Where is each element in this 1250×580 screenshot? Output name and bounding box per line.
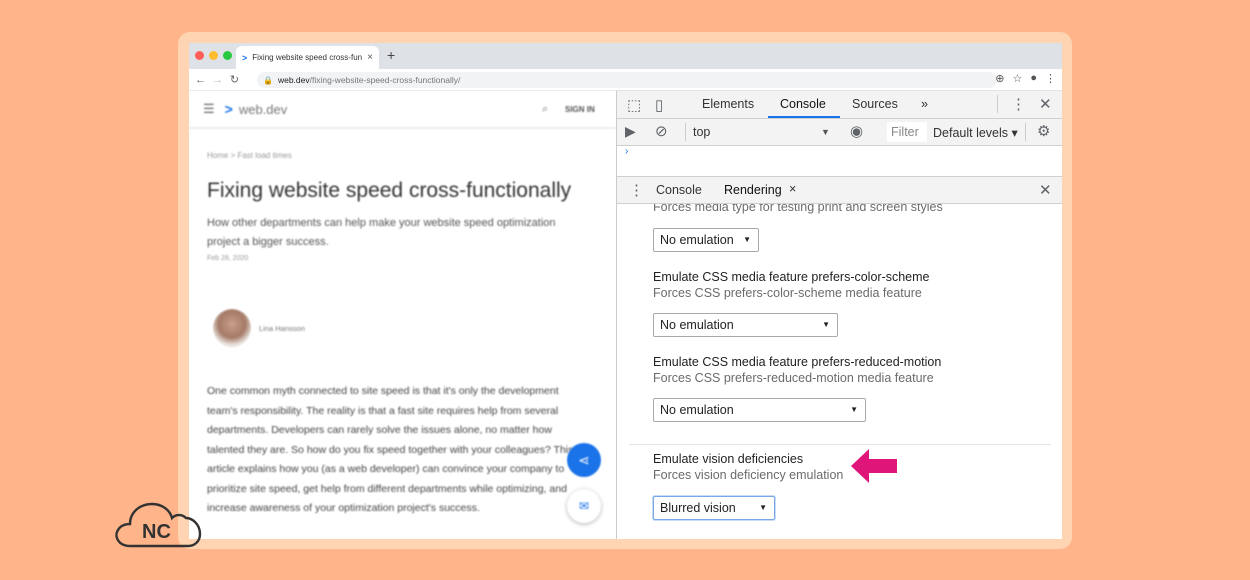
- article-title: Fixing website speed cross-functionally: [207, 179, 572, 202]
- color-scheme-title: Emulate CSS media feature prefers-color-…: [653, 270, 930, 284]
- bookmark-star-icon[interactable]: ☆: [1012, 72, 1022, 85]
- rendering-panel: Forces media type for testing print and …: [617, 204, 1062, 539]
- filter-input[interactable]: Filter: [887, 122, 927, 142]
- console-toolbar: ▶ ⊘ top ▼ ◉ Filter Default levels ▾ ⚙: [617, 119, 1062, 146]
- forward-arrow-icon[interactable]: →: [209, 74, 226, 86]
- article-body: One common myth connected to site speed …: [207, 385, 574, 514]
- color-scheme-description: Forces CSS prefers-color-scheme media fe…: [653, 286, 922, 300]
- chevron-down-icon: ▼: [743, 235, 751, 244]
- close-devtools-icon[interactable]: ✕: [1039, 95, 1052, 113]
- share-button[interactable]: ⋖: [567, 443, 601, 477]
- maximize-window-button[interactable]: [223, 51, 232, 60]
- webdev-logo-icon[interactable]: >: [225, 101, 233, 117]
- subscribe-button[interactable]: ✉: [567, 489, 601, 523]
- browser-toolbar: ← → ↻ 🔒 web.dev /fixing-website-speed-cr…: [189, 69, 1062, 91]
- console-output[interactable]: ›: [617, 146, 1062, 176]
- color-scheme-value: No emulation: [660, 318, 734, 332]
- close-window-button[interactable]: [195, 51, 204, 60]
- chevron-down-icon: ▼: [850, 405, 858, 414]
- reload-icon[interactable]: ↻: [226, 73, 243, 86]
- reduced-motion-title: Emulate CSS media feature prefers-reduce…: [653, 355, 942, 369]
- vision-deficiency-title: Emulate vision deficiencies: [653, 452, 804, 466]
- more-tabs-icon[interactable]: »: [921, 97, 928, 111]
- browser-tab[interactable]: > Fixing website speed cross-func ×: [236, 46, 379, 69]
- tab-close-icon[interactable]: ×: [367, 52, 373, 63]
- tab-console[interactable]: Console: [780, 97, 826, 111]
- live-expression-eye-icon[interactable]: ◉: [850, 122, 863, 140]
- toolbar-divider: [1025, 123, 1026, 141]
- author-name[interactable]: Lina Hansson: [259, 324, 305, 333]
- close-drawer-icon[interactable]: ✕: [1039, 181, 1052, 199]
- url-path: /fixing-website-speed-cross-functionally…: [309, 75, 461, 85]
- media-type-description: Forces media type for testing print and …: [653, 204, 943, 214]
- drawer-tab-rendering[interactable]: Rendering: [724, 183, 782, 197]
- vision-deficiency-select[interactable]: Blurred vision ▼: [653, 496, 775, 520]
- tab-title: Fixing website speed cross-func: [252, 53, 363, 62]
- pointer-arrow-icon: [851, 449, 897, 483]
- media-type-value: No emulation: [660, 233, 734, 247]
- sign-in-link[interactable]: SIGN IN: [565, 105, 595, 114]
- chevron-down-icon: ▼: [759, 503, 767, 512]
- drawer-toolbar: ⋮ Console Rendering × ✕: [617, 176, 1062, 204]
- toolbar-divider: [685, 123, 686, 141]
- breadcrumb[interactable]: Home > Fast load times: [207, 151, 292, 160]
- browser-window: > Fixing website speed cross-func × + ← …: [189, 43, 1062, 539]
- devtools-panel: ⬚ ▯ Elements Console Sources » ⋮ ✕ ▶ ⊘ t…: [616, 91, 1062, 539]
- share-icon: ⋖: [578, 451, 590, 468]
- nc-cloud-logo: NC: [115, 502, 202, 548]
- drawer-tab-console[interactable]: Console: [656, 183, 702, 197]
- webdev-favicon-icon: >: [242, 52, 248, 63]
- inspect-element-icon[interactable]: ⬚: [627, 96, 641, 114]
- section-divider: [629, 444, 1051, 445]
- web-page: ☰ > web.dev ⌕ SIGN IN Home > Fast load t…: [189, 91, 616, 539]
- show-sidebar-icon[interactable]: ▶: [625, 123, 636, 140]
- device-toolbar-icon[interactable]: ▯: [655, 96, 663, 114]
- vision-deficiency-value: Blurred vision: [660, 501, 736, 515]
- clear-console-icon[interactable]: ⊘: [655, 122, 668, 140]
- site-header: ☰ > web.dev ⌕ SIGN IN: [189, 91, 616, 129]
- site-settings-icon[interactable]: ⊕: [995, 72, 1004, 85]
- back-arrow-icon[interactable]: ←: [192, 74, 209, 86]
- devtools-menu-icon[interactable]: ⋮: [1011, 95, 1026, 113]
- context-selector[interactable]: top: [693, 125, 710, 139]
- new-tab-button[interactable]: +: [387, 47, 395, 63]
- toolbar-actions: ⊕ ☆ ● ⋮: [995, 72, 1056, 85]
- search-icon[interactable]: ⌕: [542, 103, 548, 116]
- toolbar-divider: [997, 95, 998, 113]
- lock-icon: 🔒: [263, 75, 273, 85]
- address-bar[interactable]: 🔒 web.dev /fixing-website-speed-cross-fu…: [257, 72, 997, 88]
- color-scheme-select[interactable]: No emulation ▼: [653, 313, 838, 337]
- close-rendering-tab-icon[interactable]: ×: [789, 182, 796, 196]
- article-date: Feb 28, 2020: [207, 255, 249, 262]
- vision-deficiency-description: Forces vision deficiency emulation: [653, 468, 844, 482]
- article-subtitle: How other departments can help make your…: [207, 217, 556, 248]
- reduced-motion-select[interactable]: No emulation ▼: [653, 398, 866, 422]
- console-settings-gear-icon[interactable]: ⚙: [1037, 122, 1050, 140]
- tab-elements[interactable]: Elements: [702, 97, 754, 111]
- hamburger-menu-icon[interactable]: ☰: [203, 101, 215, 117]
- media-type-select[interactable]: No emulation ▼: [653, 228, 759, 252]
- url-host: web.dev: [277, 75, 310, 85]
- drawer-menu-icon[interactable]: ⋮: [629, 181, 644, 199]
- nc-logo-text: NC: [142, 521, 171, 543]
- tab-sources[interactable]: Sources: [852, 97, 898, 111]
- chevron-down-icon: ▼: [822, 320, 830, 329]
- devtools-main-toolbar: ⬚ ▯ Elements Console Sources » ⋮ ✕: [617, 91, 1062, 119]
- tab-strip: > Fixing website speed cross-func × +: [189, 43, 1062, 69]
- window-controls: [195, 51, 232, 60]
- console-prompt-icon: ›: [625, 146, 629, 157]
- profile-icon[interactable]: ●: [1030, 72, 1037, 85]
- chevron-down-icon[interactable]: ▼: [821, 127, 830, 137]
- browser-menu-icon[interactable]: ⋮: [1045, 72, 1056, 85]
- log-levels-dropdown[interactable]: Default levels ▾: [933, 125, 1019, 140]
- mail-icon: ✉: [578, 499, 590, 513]
- site-brand[interactable]: web.dev: [239, 102, 287, 117]
- reduced-motion-value: No emulation: [660, 403, 734, 417]
- minimize-window-button[interactable]: [209, 51, 218, 60]
- author-avatar: [213, 309, 251, 347]
- active-tab-indicator: [768, 116, 840, 118]
- reduced-motion-description: Forces CSS prefers-reduced-motion media …: [653, 371, 934, 385]
